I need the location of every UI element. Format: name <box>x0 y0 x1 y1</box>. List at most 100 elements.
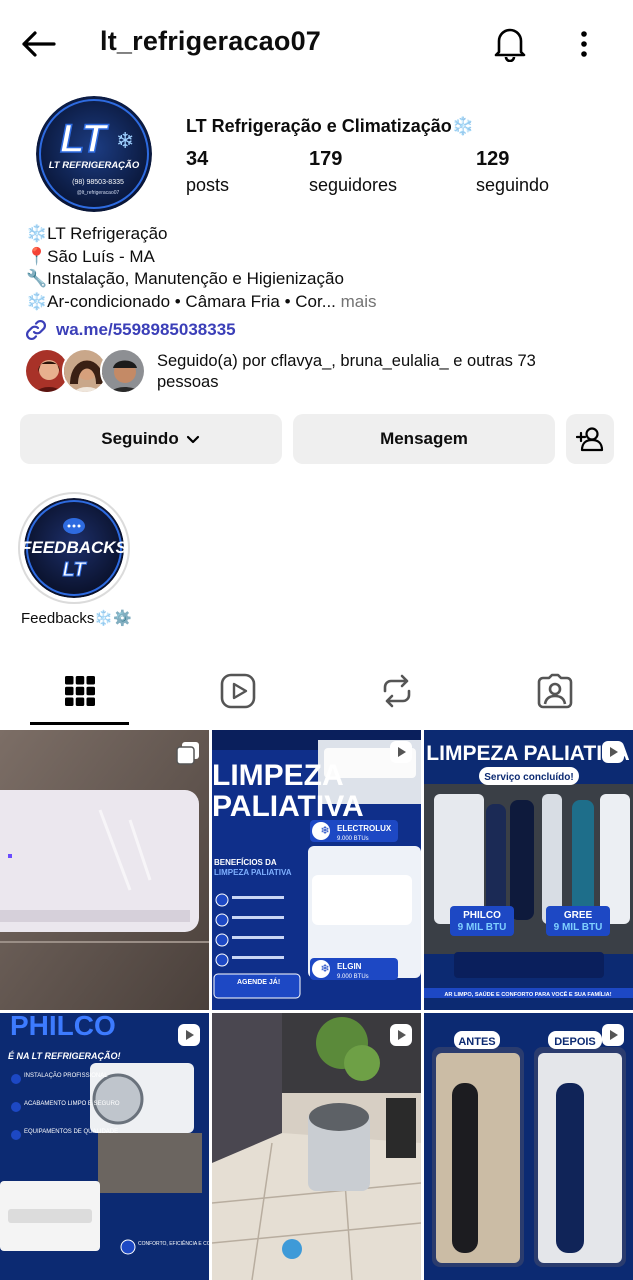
svg-text:EQUIPAMENTOS DE QUALIDADE: EQUIPAMENTOS DE QUALIDADE <box>24 1129 118 1135</box>
svg-text:ELGIN: ELGIN <box>337 962 362 971</box>
reel-icon <box>390 1024 412 1046</box>
post-thumbnail[interactable] <box>0 730 209 1010</box>
stat-following-value: 129 <box>476 148 510 170</box>
svg-text:AR LIMPO, SAÚDE E CONFORTO PAR: AR LIMPO, SAÚDE E CONFORTO PARA VOCÊ E S… <box>444 990 611 998</box>
bell-icon <box>494 28 526 62</box>
bio-line-truncated: ❄️Ar-condicionado • Câmara Fria • Cor...… <box>26 291 377 314</box>
followed-by-text: Seguido(a) por cflavya_, bruna_eulalia_ … <box>157 352 536 391</box>
bio-more-link[interactable]: mais <box>336 292 377 311</box>
stat-following-label: seguindo <box>476 175 550 195</box>
grid-icon <box>65 676 95 706</box>
svg-text:ACABAMENTO LIMPO E SEGURO: ACABAMENTO LIMPO E SEGURO <box>24 1101 120 1107</box>
message-button-label: Mensagem <box>380 429 468 448</box>
svg-text:PHILCO: PHILCO <box>10 1013 116 1041</box>
svg-text:GREE: GREE <box>564 910 593 921</box>
story-highlight[interactable]: FEEDBACKS LT Feedbacks❄️⚙️ <box>18 492 132 627</box>
stat-followers-value: 179 <box>309 148 343 170</box>
notifications-button[interactable] <box>488 22 532 66</box>
following-button-label: Seguindo <box>101 429 179 448</box>
stat-following[interactable]: 129 seguindo <box>476 148 549 196</box>
svg-text:É NA LT REFRIGERAÇÃO!: É NA LT REFRIGERAÇÃO! <box>8 1051 121 1061</box>
arrow-left-icon <box>22 31 56 57</box>
profile-avatar[interactable]: LT ❄ LT REFRIGERAÇÃO (98) 98503-8335 @lt… <box>36 96 152 212</box>
posts-grid: ❄ ❄ LIMPEZA PALIATIVA ELECTROLUX 9.000 B… <box>0 730 633 1280</box>
reposts-icon <box>383 674 411 708</box>
svg-text:❄: ❄ <box>320 824 329 837</box>
avatar-phone: (98) 98503-8335 <box>72 179 124 186</box>
avatar-caption: LT REFRIGERAÇÃO <box>49 160 140 171</box>
more-vertical-icon <box>581 31 587 57</box>
svg-text:❄: ❄ <box>320 962 329 975</box>
post-thumbnail[interactable]: ❄ ❄ LIMPEZA PALIATIVA ELECTROLUX 9.000 B… <box>212 730 421 1010</box>
bio-line-text: ❄️Ar-condicionado • Câmara Fria • Cor... <box>26 291 336 311</box>
highlight-label: Feedbacks❄️⚙️ <box>21 610 132 627</box>
add-person-icon <box>576 427 604 452</box>
svg-text:BENEFÍCIOS DA: BENEFÍCIOS DA <box>214 858 277 867</box>
highlight-cover: FEEDBACKS LT <box>24 498 124 598</box>
tab-reposts[interactable] <box>347 664 447 718</box>
highlight-cover-brand: LT <box>63 559 88 581</box>
post-thumbnail[interactable]: PHILCO É NA LT REFRIGERAÇÃO! INSTALAÇÃO … <box>0 1013 209 1280</box>
avatar-handle: @lt_refrigeracao07 <box>77 190 120 196</box>
link-icon <box>25 319 47 341</box>
profile-tabs <box>0 664 633 726</box>
avatar-brand: LT <box>60 117 109 161</box>
following-button[interactable]: Seguindo <box>20 414 282 464</box>
svg-text:❄: ❄ <box>116 129 134 154</box>
followed-by-avatars <box>24 348 150 396</box>
followed-by[interactable]: Seguido(a) por cflavya_, bruna_eulalia_ … <box>24 346 614 396</box>
stat-posts[interactable]: 34 posts <box>186 148 229 196</box>
svg-text:LIMPEZA PALIATIVA: LIMPEZA PALIATIVA <box>214 868 292 877</box>
message-button[interactable]: Mensagem <box>293 414 555 464</box>
profile-username: lt_refrigeracao07 <box>100 26 322 56</box>
svg-text:ELECTROLUX: ELECTROLUX <box>337 824 392 833</box>
stat-followers-label: seguidores <box>309 175 398 195</box>
bio-line: 🔧Instalação, Manutenção e Higienização <box>26 269 344 288</box>
bio-link-text: wa.me/5598985038335 <box>56 320 236 339</box>
tab-tagged[interactable] <box>505 664 605 718</box>
svg-text:9 MIL BTU: 9 MIL BTU <box>554 922 603 933</box>
svg-text:Serviço concluído!: Serviço concluído! <box>484 772 573 783</box>
reel-icon <box>178 1024 200 1046</box>
tab-posts-grid[interactable] <box>30 664 130 718</box>
more-options-button[interactable] <box>566 22 602 66</box>
profile-bio: ❄️LT Refrigeração 📍São Luís - MA 🔧Instal… <box>26 223 377 313</box>
svg-text:PALIATIVA: PALIATIVA <box>212 790 364 823</box>
svg-text:DEPOIS: DEPOIS <box>554 1036 596 1048</box>
reel-icon <box>390 741 412 763</box>
carousel-icon <box>176 742 199 765</box>
stat-posts-value: 34 <box>186 148 209 170</box>
stat-posts-label: posts <box>186 175 230 195</box>
tagged-icon <box>537 673 573 709</box>
stat-followers[interactable]: 179 seguidores <box>309 148 397 196</box>
svg-text:LIMPEZA: LIMPEZA <box>212 759 344 792</box>
svg-text:AGENDE JÁ!: AGENDE JÁ! <box>237 977 280 986</box>
back-button[interactable] <box>16 24 60 64</box>
bio-line: 📍São Luís - MA <box>26 246 155 266</box>
post-thumbnail[interactable] <box>212 1013 421 1280</box>
post-thumbnail[interactable]: LIMPEZA PALIATIVA Serviço concluído! PHI… <box>424 730 633 1010</box>
follower-avatar <box>100 348 146 394</box>
reel-icon <box>602 1024 624 1046</box>
svg-text:9.000 BTUs: 9.000 BTUs <box>337 836 369 842</box>
highlight-ring: FEEDBACKS LT <box>18 492 130 604</box>
svg-text:INSTALAÇÃO PROFISSIONAL: INSTALAÇÃO PROFISSIONAL <box>24 1072 108 1079</box>
svg-text:PHILCO: PHILCO <box>463 910 501 921</box>
bio-line: ❄️LT Refrigeração <box>26 224 168 243</box>
svg-text:9 MIL BTU: 9 MIL BTU <box>458 922 507 933</box>
highlight-cover-title: FEEDBACKS <box>24 538 124 557</box>
svg-text:9.000 BTUs: 9.000 BTUs <box>337 974 369 980</box>
top-bar: lt_refrigeracao07 <box>0 0 633 88</box>
svg-text:ANTES: ANTES <box>458 1036 495 1048</box>
reel-icon <box>602 741 624 763</box>
bio-link[interactable]: wa.me/5598985038335 <box>24 318 236 342</box>
svg-text:LIMPEZA PALIATIVA: LIMPEZA PALIATIVA <box>426 742 629 765</box>
svg-text:CONFORTO, EFICIÊNCIA E CONFIAN: CONFORTO, EFICIÊNCIA E CONFIANÇA PARA VO… <box>138 1239 209 1247</box>
suggest-people-button[interactable] <box>566 414 614 464</box>
active-tab-indicator <box>30 722 129 725</box>
reels-icon <box>220 673 256 709</box>
profile-display-name: LT Refrigeração e Climatização❄️ <box>186 116 475 136</box>
chevron-down-icon <box>186 435 199 444</box>
post-thumbnail[interactable]: ANTES DEPOIS <box>424 1013 633 1280</box>
tab-reels[interactable] <box>188 664 288 718</box>
